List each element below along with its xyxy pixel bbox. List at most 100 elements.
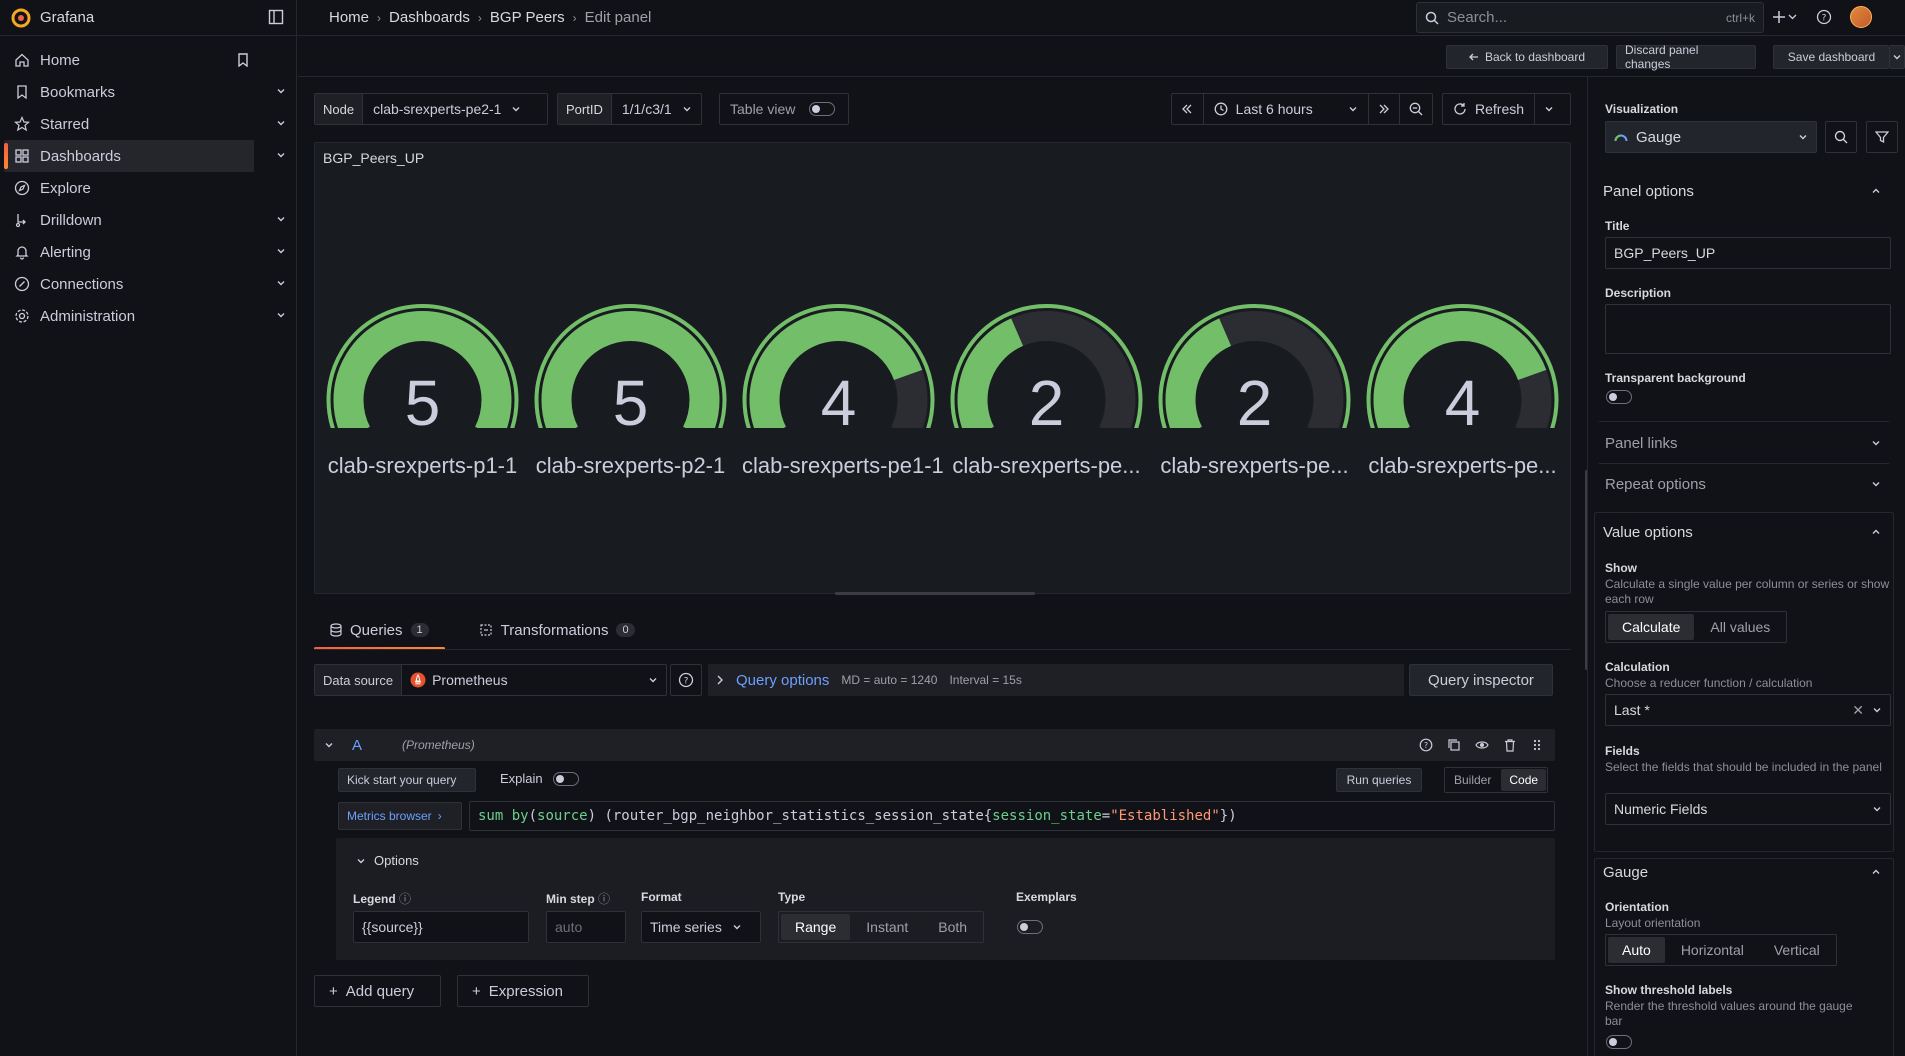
explain-toggle[interactable]: Explain xyxy=(500,771,579,786)
refresh-interval-chevron-icon[interactable] xyxy=(1535,104,1563,114)
min-step-input[interactable]: auto xyxy=(546,911,626,943)
time-range-picker[interactable]: Last 6 hours xyxy=(1204,94,1369,124)
chevron-down-icon[interactable] xyxy=(276,150,286,160)
chevron-down-icon[interactable] xyxy=(276,86,286,96)
code-mode-option[interactable]: Code xyxy=(1501,769,1547,791)
repeat-options-header[interactable]: Repeat options xyxy=(1599,473,1889,495)
bookmark-icon[interactable] xyxy=(237,53,249,67)
search-input[interactable]: Search... ctrl+k xyxy=(1416,2,1764,33)
show-description: Calculate a single value per column or s… xyxy=(1605,577,1890,606)
calculation-select[interactable]: Last * ✕ xyxy=(1605,694,1891,726)
shift-forward-icon[interactable] xyxy=(1369,94,1401,124)
chevron-down-icon[interactable] xyxy=(276,118,286,128)
run-queries-button[interactable]: Run queries xyxy=(1336,768,1422,792)
help-icon[interactable]: ? xyxy=(1816,9,1832,25)
query-row-header[interactable]: A (Prometheus) ? xyxy=(314,729,1555,761)
sidebar-item-starred[interactable]: Starred xyxy=(4,108,292,140)
explain-switch[interactable] xyxy=(552,771,579,786)
chevron-down-icon[interactable] xyxy=(276,278,286,288)
node-variable[interactable]: Node clab-srexperts-pe2-1 xyxy=(314,93,548,125)
type-both-option[interactable]: Both xyxy=(924,914,981,940)
gauge-section-header[interactable]: Gauge xyxy=(1599,861,1889,883)
promql-editor[interactable]: sum by(source) (router_bgp_neighbor_stat… xyxy=(469,801,1555,831)
trash-icon[interactable] xyxy=(1503,738,1517,752)
sidebar-item-drilldown[interactable]: Drilldown xyxy=(4,204,292,236)
breadcrumb-dashboards[interactable]: Dashboards xyxy=(389,9,470,26)
sidebar-item-connections[interactable]: Connections xyxy=(4,268,292,300)
query-options-bar[interactable]: Query options MD = auto = 1240 Interval … xyxy=(708,664,1404,696)
zoom-out-icon[interactable] xyxy=(1400,94,1432,124)
drag-handle-icon[interactable] xyxy=(1531,738,1543,752)
grafana-logo-icon[interactable] xyxy=(10,7,32,29)
save-options-chevron-icon[interactable] xyxy=(1889,45,1905,69)
add-expression-button[interactable]: + Expression xyxy=(457,975,589,1007)
sidebar-item-alerting[interactable]: Alerting xyxy=(4,236,292,268)
type-range-option[interactable]: Range xyxy=(781,914,851,940)
portid-variable[interactable]: PortID 1/1/c3/1 xyxy=(557,93,702,125)
orientation-vertical-option[interactable]: Vertical xyxy=(1760,937,1834,963)
sidebar-item-label: Home xyxy=(40,51,81,69)
refresh-button[interactable]: Refresh xyxy=(1443,94,1536,124)
title-input[interactable]: BGP_Peers_UP xyxy=(1605,237,1891,269)
user-avatar[interactable] xyxy=(1850,6,1872,28)
query-inspector-button[interactable]: Query inspector xyxy=(1409,664,1553,696)
chevron-down-icon[interactable] xyxy=(276,246,286,256)
shift-back-icon[interactable] xyxy=(1172,94,1204,124)
transparent-background-switch[interactable] xyxy=(1606,390,1632,404)
sidebar-item-dashboards[interactable]: Dashboards xyxy=(4,140,285,172)
metrics-browser-button[interactable]: Metrics browser › xyxy=(338,802,462,830)
sidebar-item-bookmarks[interactable]: Bookmarks xyxy=(4,76,292,108)
show-calculate-option[interactable]: Calculate xyxy=(1608,614,1695,640)
data-source-help-icon[interactable]: ? xyxy=(670,664,702,696)
duplicate-icon[interactable] xyxy=(1447,738,1461,752)
sidebar-item-home[interactable]: Home xyxy=(4,44,292,76)
description-input[interactable] xyxy=(1605,304,1891,354)
orientation-auto-option[interactable]: Auto xyxy=(1608,937,1665,963)
panel-resize-handle[interactable] xyxy=(835,592,1035,595)
help-icon[interactable]: ? xyxy=(1419,738,1433,752)
breadcrumb-home[interactable]: Home xyxy=(329,9,369,26)
panel-options-header[interactable]: Panel options xyxy=(1599,180,1889,202)
save-dashboard-button[interactable]: Save dashboard xyxy=(1773,45,1889,69)
value-options-header[interactable]: Value options xyxy=(1599,521,1889,543)
tab-transformations[interactable]: Transformations 0 xyxy=(463,612,651,648)
back-to-dashboard-button[interactable]: Back to dashboard xyxy=(1446,45,1608,69)
options-search-icon[interactable] xyxy=(1825,121,1857,153)
exemplars-switch[interactable] xyxy=(1017,920,1043,934)
query-options-link[interactable]: Query options xyxy=(736,672,829,689)
breadcrumb-bgp-peers[interactable]: BGP Peers xyxy=(490,9,565,26)
sidebar-item-administration[interactable]: Administration xyxy=(4,300,292,332)
fields-description: Select the fields that should be include… xyxy=(1605,760,1882,774)
panel-links-header[interactable]: Panel links xyxy=(1599,432,1889,454)
table-view-switch[interactable] xyxy=(809,102,836,116)
show-all-values-option[interactable]: All values xyxy=(1696,614,1784,640)
app-name: Grafana xyxy=(40,9,95,26)
data-source-picker[interactable]: Data source Prometheus xyxy=(314,664,667,696)
legend-input[interactable]: {{source}} xyxy=(353,911,529,943)
chevron-down-icon[interactable] xyxy=(276,310,286,320)
fields-select[interactable]: Numeric Fields xyxy=(1605,793,1891,825)
builder-mode-option[interactable]: Builder xyxy=(1446,769,1499,791)
dock-menu-icon[interactable] xyxy=(268,9,284,25)
collapse-chevron-icon[interactable] xyxy=(324,740,334,750)
visualization-picker[interactable]: Gauge xyxy=(1605,121,1817,153)
type-instant-option[interactable]: Instant xyxy=(852,914,922,940)
eye-icon[interactable] xyxy=(1475,738,1489,752)
show-threshold-labels-switch[interactable] xyxy=(1606,1035,1632,1049)
query-ref-id[interactable]: A xyxy=(352,737,362,754)
filter-icon[interactable] xyxy=(1866,121,1898,153)
new-plus-icon[interactable] xyxy=(1772,10,1798,24)
sidebar-item-explore[interactable]: Explore xyxy=(4,172,292,204)
orientation-horizontal-option[interactable]: Horizontal xyxy=(1667,937,1758,963)
add-query-button[interactable]: + Add query xyxy=(314,975,441,1007)
options-collapse-toggle[interactable]: Options xyxy=(356,853,419,868)
clear-icon[interactable]: ✕ xyxy=(1852,702,1864,719)
panel-preview[interactable]: BGP_Peers_UP 5 clab-srexperts-p1-1 5 clab-s… xyxy=(314,142,1571,594)
format-select[interactable]: Time series xyxy=(641,911,761,943)
table-view-toggle[interactable]: Table view xyxy=(719,93,849,125)
tab-queries[interactable]: Queries 1 xyxy=(314,612,445,650)
discard-panel-changes-button[interactable]: Discard panel changes xyxy=(1616,43,1756,71)
kick-start-query-button[interactable]: Kick start your query xyxy=(338,768,476,792)
chevron-down-icon[interactable] xyxy=(276,214,286,224)
gauge-series-name: clab-srexperts-p2-1 xyxy=(535,453,726,478)
